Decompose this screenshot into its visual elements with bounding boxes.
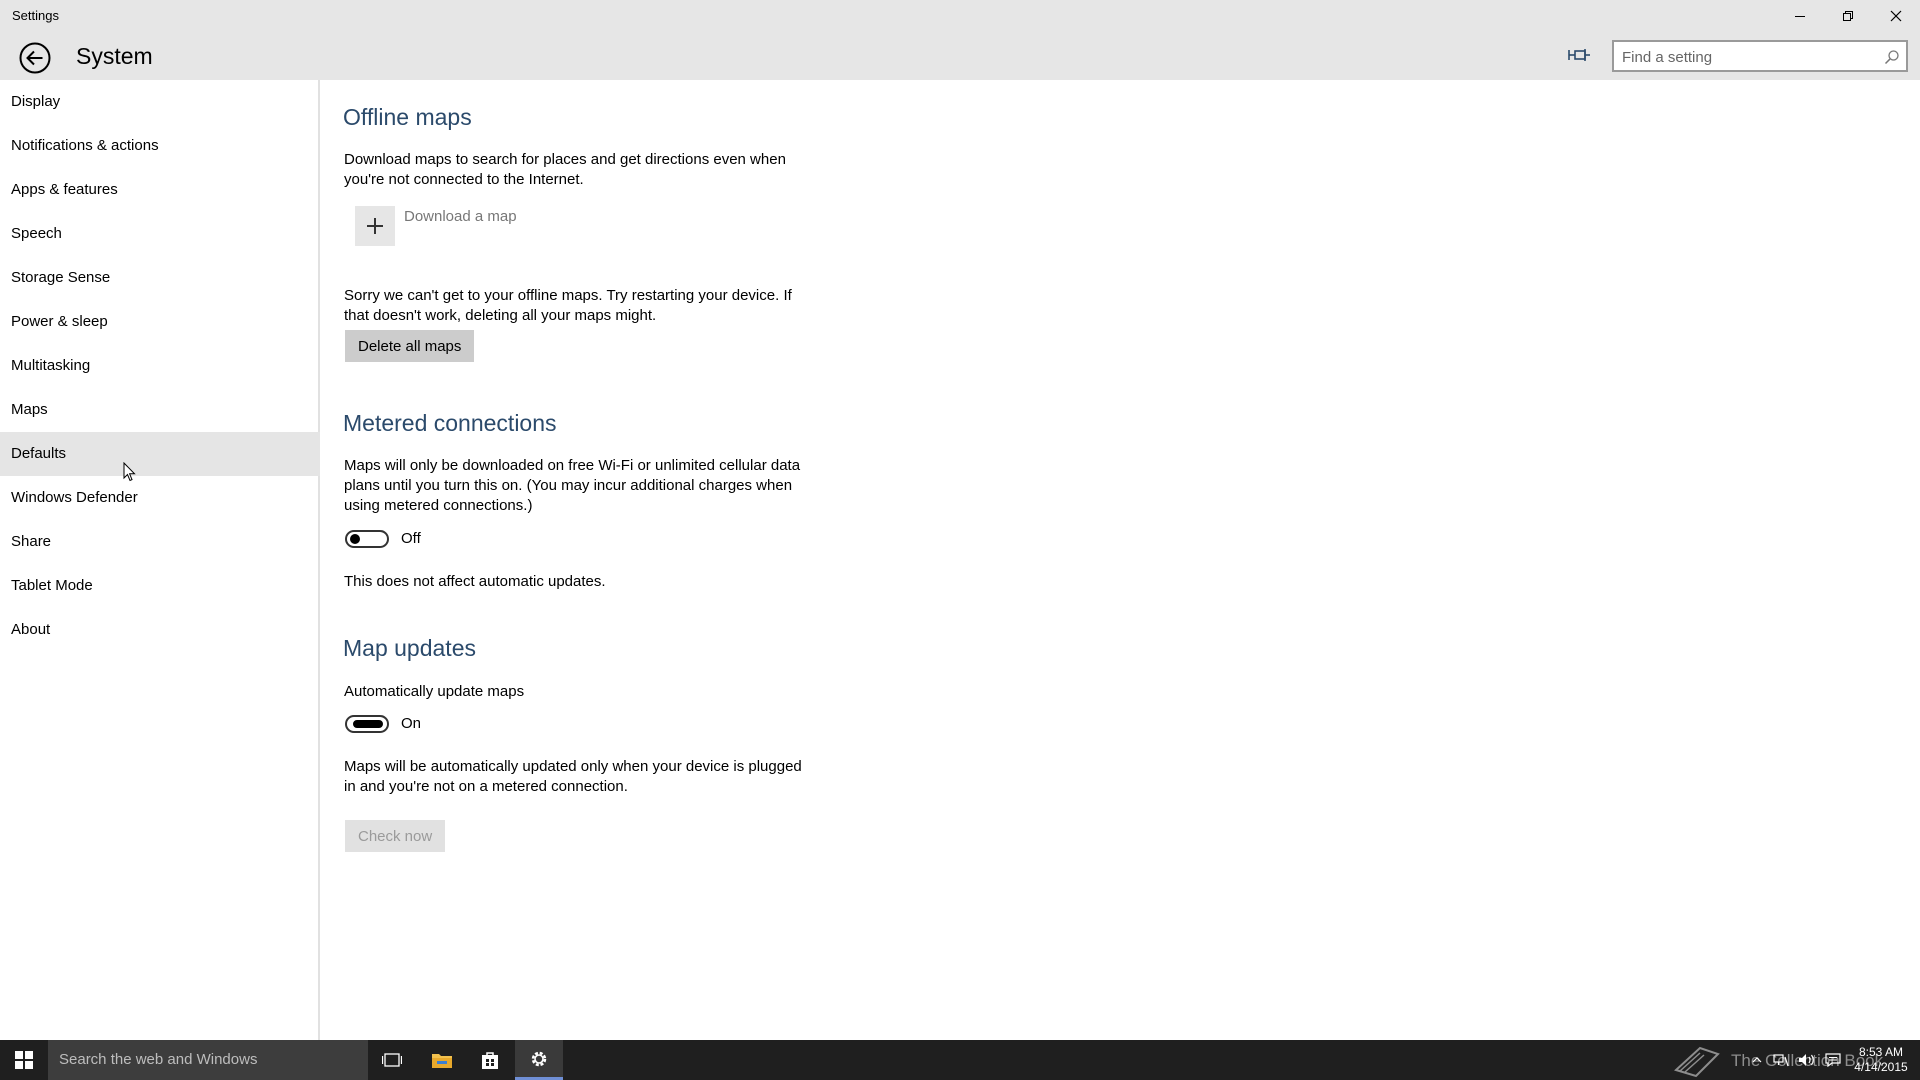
- close-icon: [1890, 10, 1902, 22]
- metered-connections-toggle[interactable]: [345, 530, 389, 548]
- sidebar-item-apps-features[interactable]: Apps & features: [0, 168, 320, 212]
- search-input[interactable]: [1622, 47, 1872, 67]
- pin-to-start-button[interactable]: [1567, 46, 1591, 64]
- gear-icon: [531, 1051, 547, 1066]
- start-button[interactable]: [0, 1040, 48, 1080]
- sidebar-item-speech[interactable]: Speech: [0, 212, 320, 256]
- toggle-knob: [353, 720, 383, 728]
- minimize-icon: [1795, 16, 1805, 17]
- download-map-button[interactable]: [355, 206, 395, 246]
- auto-update-maps-label: Automatically update maps: [344, 683, 525, 700]
- download-map-label[interactable]: Download a map: [404, 208, 517, 225]
- sidebar-item-share[interactable]: Share: [0, 520, 320, 564]
- toggle-knob: [350, 534, 360, 544]
- clock[interactable]: 8:53 AM 4/14/2015: [1852, 1045, 1910, 1075]
- close-button[interactable]: [1872, 0, 1920, 32]
- find-setting-search-box[interactable]: [1612, 40, 1908, 72]
- mouse-cursor-icon: [123, 462, 136, 482]
- taskbar: Search the web and Windows The Collectio…: [0, 1040, 1920, 1080]
- sidebar-item-about[interactable]: About: [0, 608, 320, 652]
- speaker-icon: [1799, 1054, 1814, 1066]
- clock-time: 8:53 AM: [1858, 1045, 1904, 1059]
- taskbar-search-placeholder: Search the web and Windows: [59, 1051, 258, 1068]
- offline-maps-error-text: Sorry we can't get to your offline maps.…: [344, 287, 792, 324]
- sidebar-nav: Display Notifications & actions Apps & f…: [0, 80, 320, 1040]
- pin-icon: [1568, 49, 1590, 61]
- store-button[interactable]: [466, 1040, 514, 1080]
- offline-maps-heading: Offline maps: [343, 104, 472, 130]
- show-hidden-icons-button[interactable]: [1748, 1040, 1766, 1080]
- sidebar-item-tablet-mode[interactable]: Tablet Mode: [0, 564, 320, 608]
- metered-connections-description: Maps will only be downloaded on free Wi-…: [344, 457, 801, 514]
- store-bag-icon: [482, 1052, 498, 1069]
- action-center-button[interactable]: [1822, 1040, 1844, 1080]
- metered-connections-heading: Metered connections: [343, 410, 557, 436]
- sidebar-item-maps[interactable]: Maps: [0, 388, 320, 432]
- task-view-icon: [382, 1053, 402, 1067]
- maps-settings-panel: Offline maps Download maps to search for…: [322, 80, 1920, 1040]
- auto-update-toggle-state: On: [401, 715, 422, 732]
- offline-maps-description: Download maps to search for places and g…: [344, 151, 786, 188]
- app-title: Settings: [12, 8, 59, 23]
- page-title: System: [76, 43, 153, 69]
- settings-app-button[interactable]: [515, 1040, 563, 1080]
- sidebar-item-windows-defender[interactable]: Windows Defender: [0, 476, 320, 520]
- clock-date: 4/14/2015: [1854, 1060, 1908, 1074]
- back-button[interactable]: [18, 41, 52, 75]
- chevron-up-icon: [1752, 1057, 1762, 1063]
- sidebar-item-defaults[interactable]: Defaults: [0, 432, 320, 476]
- check-now-button[interactable]: Check now: [345, 820, 446, 852]
- delete-all-maps-button[interactable]: Delete all maps: [345, 330, 475, 362]
- file-explorer-button[interactable]: [418, 1040, 466, 1080]
- restore-icon: [1843, 11, 1853, 21]
- map-updates-description: Maps will be automatically updated only …: [344, 758, 802, 795]
- minimize-button[interactable]: [1776, 0, 1824, 32]
- search-icon[interactable]: [1884, 49, 1900, 65]
- back-arrow-icon: [19, 42, 51, 74]
- sidebar-item-display[interactable]: Display: [0, 80, 320, 124]
- map-updates-heading: Map updates: [343, 635, 476, 661]
- restore-button[interactable]: [1824, 0, 1872, 32]
- network-button[interactable]: [1770, 1040, 1792, 1080]
- sidebar-item-storage-sense[interactable]: Storage Sense: [0, 256, 320, 300]
- notification-icon: [1825, 1053, 1841, 1067]
- sidebar-item-notifications[interactable]: Notifications & actions: [0, 124, 320, 168]
- sidebar-item-power-sleep[interactable]: Power & sleep: [0, 300, 320, 344]
- task-view-button[interactable]: [368, 1040, 416, 1080]
- windows-logo-icon: [15, 1051, 33, 1069]
- volume-button[interactable]: [1796, 1040, 1818, 1080]
- network-icon: [1773, 1054, 1789, 1067]
- taskbar-search-box[interactable]: Search the web and Windows: [48, 1040, 368, 1080]
- title-bar: Settings System: [0, 0, 1920, 80]
- auto-update-maps-toggle[interactable]: [345, 715, 389, 733]
- metered-note: This does not affect automatic updates.: [344, 573, 606, 590]
- sidebar-item-multitasking[interactable]: Multitasking: [0, 344, 320, 388]
- plus-icon: [367, 218, 383, 234]
- folder-icon: [432, 1054, 452, 1068]
- metered-toggle-state: Off: [401, 530, 421, 547]
